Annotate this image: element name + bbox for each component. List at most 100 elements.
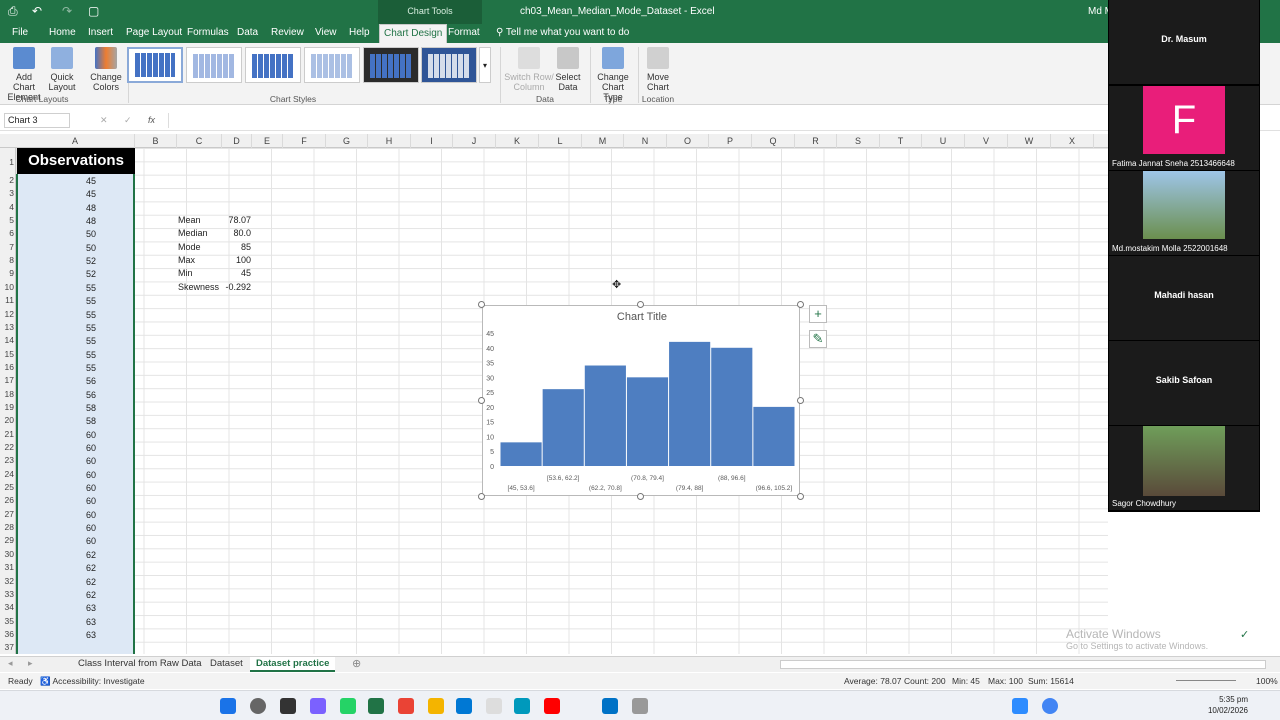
sheet-tab-dataset-practice[interactable]: Dataset practice [250, 657, 336, 672]
tab-chart-design[interactable]: Chart Design [379, 24, 448, 43]
outlook-icon[interactable] [602, 698, 618, 714]
row-header-37[interactable]: 37 [0, 642, 16, 652]
stat-label[interactable]: Skewness [178, 282, 219, 292]
column-header-c[interactable]: C [177, 134, 222, 148]
row-header-23[interactable]: 23 [0, 455, 16, 465]
row-header-1[interactable]: 1 [0, 157, 16, 167]
observation-value[interactable]: 55 [56, 310, 96, 320]
stat-label[interactable]: Min [178, 268, 193, 278]
observation-value[interactable]: 56 [56, 376, 96, 386]
row-header-27[interactable]: 27 [0, 509, 16, 519]
observation-value[interactable]: 56 [56, 390, 96, 400]
status-average[interactable]: Average: 78.07 [844, 676, 902, 686]
undo-icon[interactable]: ↶ [32, 4, 42, 18]
row-header-20[interactable]: 20 [0, 415, 16, 425]
tab-insert[interactable]: Insert [84, 24, 117, 43]
column-header-q[interactable]: Q [752, 134, 795, 148]
observation-value[interactable]: 48 [56, 203, 96, 213]
observation-value[interactable]: 62 [56, 577, 96, 587]
teams-icon[interactable] [310, 698, 326, 714]
stat-value[interactable]: 85 [222, 242, 251, 252]
row-header-34[interactable]: 34 [0, 602, 16, 612]
checkmark-icon[interactable]: ✓ [1240, 628, 1254, 642]
column-header-e[interactable]: E [252, 134, 283, 148]
observation-value[interactable]: 60 [56, 470, 96, 480]
tab-review[interactable]: Review [267, 24, 308, 43]
column-header-r[interactable]: R [795, 134, 837, 148]
column-header-x[interactable]: X [1051, 134, 1094, 148]
row-header-12[interactable]: 12 [0, 309, 16, 319]
column-header-l[interactable]: L [539, 134, 582, 148]
row-header-16[interactable]: 16 [0, 362, 16, 372]
participant-tile[interactable]: Dr. Masum [1109, 0, 1259, 84]
youtube-icon[interactable] [544, 698, 560, 714]
status-count[interactable]: Count: 200 [904, 676, 946, 686]
stat-value[interactable]: 80.0 [222, 228, 251, 238]
observation-value[interactable]: 60 [56, 536, 96, 546]
observation-value[interactable]: 60 [56, 483, 96, 493]
observation-value[interactable]: 55 [56, 350, 96, 360]
tab-format[interactable]: Format [444, 24, 484, 43]
cancel-icon[interactable]: ✕ [100, 115, 108, 126]
tab-data[interactable]: Data [233, 24, 262, 43]
column-header-h[interactable]: H [368, 134, 411, 148]
row-header-36[interactable]: 36 [0, 629, 16, 639]
column-header-a[interactable]: A [16, 134, 135, 148]
row-header-5[interactable]: 5 [0, 215, 16, 225]
stat-label[interactable]: Mean [178, 215, 201, 225]
chart-styles-more-button[interactable]: ▾ [479, 47, 491, 83]
stat-label[interactable]: Mode [178, 242, 201, 252]
resize-handle[interactable] [637, 493, 644, 500]
column-header-v[interactable]: V [965, 134, 1008, 148]
tab-formulas[interactable]: Formulas [183, 24, 233, 43]
notepad-icon[interactable] [486, 698, 502, 714]
observation-value[interactable]: 45 [56, 176, 96, 186]
chart-styles-brush-icon[interactable]: ✎ [809, 330, 827, 348]
excel-icon[interactable] [368, 698, 384, 714]
task-view-icon[interactable] [280, 698, 296, 714]
histogram-chart[interactable]: Chart Title 0 5 10 15 20 25 30 35 40 45 [45, 53.6]… [482, 305, 800, 496]
column-header-p[interactable]: P [709, 134, 752, 148]
row-header-22[interactable]: 22 [0, 442, 16, 452]
row-header-35[interactable]: 35 [0, 616, 16, 626]
observation-value[interactable]: 62 [56, 590, 96, 600]
observation-value[interactable]: 55 [56, 336, 96, 346]
observation-value[interactable]: 45 [56, 189, 96, 199]
column-header-w[interactable]: W [1008, 134, 1051, 148]
accessibility-status[interactable]: ♿ Accessibility: Investigate [40, 676, 145, 687]
quick-layout-button[interactable]: Quick Layout [44, 45, 80, 92]
save-icon[interactable]: ⎙ [8, 4, 18, 19]
observation-value[interactable]: 60 [56, 496, 96, 506]
histogram-bar[interactable] [542, 389, 584, 466]
observation-value[interactable]: 52 [56, 256, 96, 266]
status-max[interactable]: Max: 100 [988, 676, 1023, 686]
observation-value[interactable]: 50 [56, 229, 96, 239]
observations-header-cell[interactable]: Observations [17, 148, 135, 174]
zoom-app-icon[interactable] [1012, 698, 1028, 714]
clock-date[interactable]: 10/02/2026 [1200, 706, 1248, 715]
column-header-s[interactable]: S [837, 134, 880, 148]
chart-style-6[interactable] [421, 47, 477, 83]
change-colors-button[interactable]: Change Colors [88, 45, 124, 92]
row-header-30[interactable]: 30 [0, 549, 16, 559]
observation-value[interactable]: 48 [56, 216, 96, 226]
observation-value[interactable]: 55 [56, 323, 96, 333]
column-header-f[interactable]: F [283, 134, 326, 148]
tab-home[interactable]: Home [45, 24, 80, 43]
row-header-6[interactable]: 6 [0, 228, 16, 238]
sheet-tab-dataset[interactable]: Dataset [204, 657, 249, 672]
observation-value[interactable]: 60 [56, 456, 96, 466]
stat-value[interactable]: -0.292 [222, 282, 251, 292]
sheet-tab-class-interval[interactable]: Class Interval from Raw Data [72, 657, 208, 672]
chrome-icon[interactable] [398, 698, 414, 714]
row-header-8[interactable]: 8 [0, 255, 16, 265]
participant-tile[interactable]: Mahadi hasan [1109, 256, 1259, 340]
observation-value[interactable]: 55 [56, 296, 96, 306]
whatsapp-icon[interactable] [340, 698, 356, 714]
participant-tile[interactable]: Sakib Safoan [1109, 341, 1259, 425]
histogram-bar[interactable] [753, 406, 795, 466]
row-header-29[interactable]: 29 [0, 535, 16, 545]
histogram-bar[interactable] [626, 377, 669, 466]
resize-handle[interactable] [478, 301, 485, 308]
row-header-26[interactable]: 26 [0, 495, 16, 505]
